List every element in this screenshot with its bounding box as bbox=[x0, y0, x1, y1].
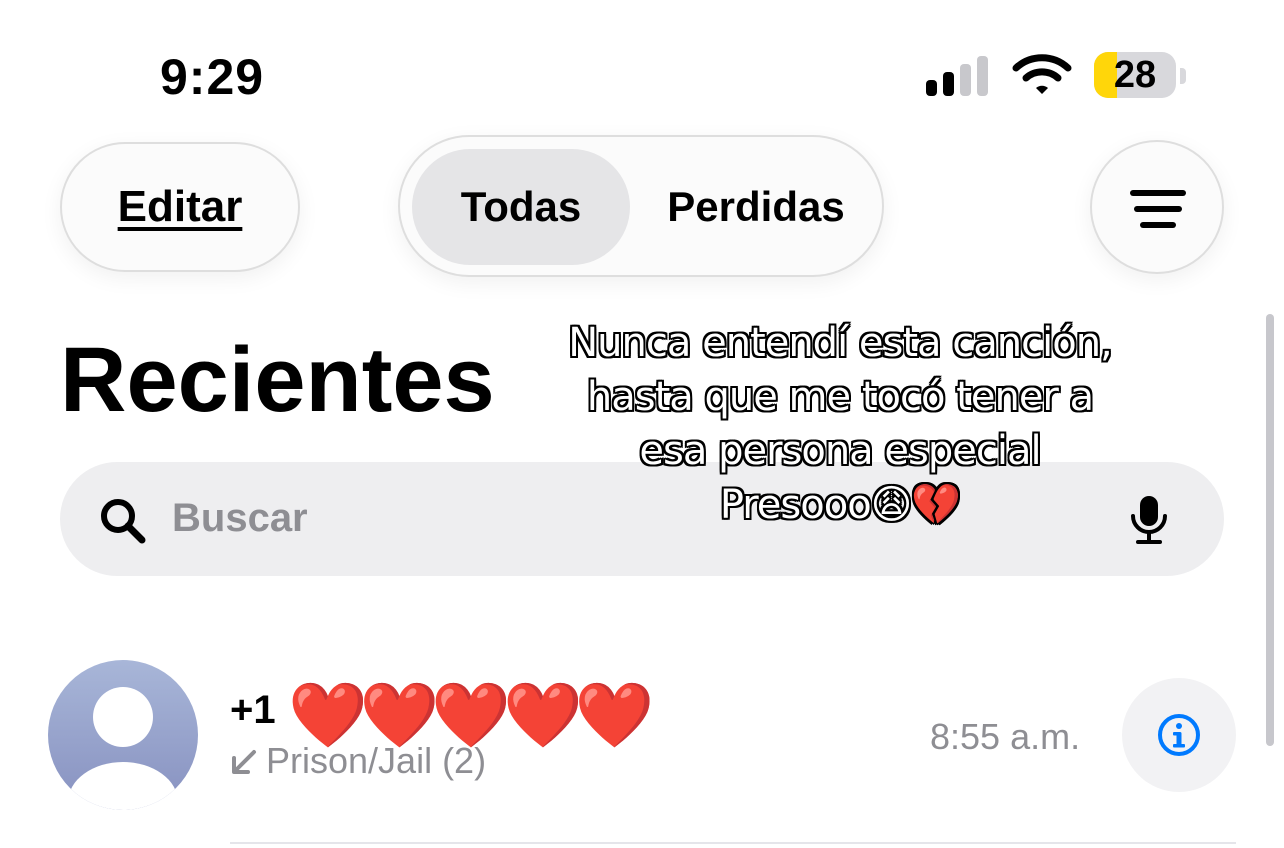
caller-number-prefix[interactable]: +1 bbox=[230, 688, 276, 733]
segment-perdidas[interactable]: Perdidas bbox=[640, 149, 872, 265]
edit-button-label: Editar bbox=[117, 182, 243, 231]
battery-icon: 28 bbox=[1094, 52, 1176, 98]
filter-lines-icon bbox=[1134, 206, 1182, 212]
info-button[interactable] bbox=[1122, 678, 1236, 792]
filter-segmented-control: Todas Perdidas bbox=[398, 135, 884, 277]
segment-todas[interactable]: Todas bbox=[412, 149, 630, 265]
caller-label: Prison/Jail (2) bbox=[266, 740, 487, 781]
search-icon bbox=[101, 499, 146, 544]
battery-level: 28 bbox=[1113, 53, 1157, 96]
filter-lines-icon bbox=[1130, 190, 1186, 196]
edit-button[interactable]: Editar bbox=[60, 142, 300, 272]
filter-lines-icon bbox=[1140, 222, 1176, 228]
caption-line: Nunca entendí esta canción, bbox=[568, 320, 1113, 366]
scrollbar[interactable] bbox=[1266, 314, 1274, 746]
cellular-signal-icon bbox=[926, 56, 992, 96]
caption-line: hasta que me tocó tener a bbox=[586, 374, 1094, 420]
info-icon bbox=[1158, 714, 1200, 756]
battery-tip bbox=[1180, 68, 1186, 84]
caption-line: esa persona especial bbox=[639, 428, 1041, 474]
caption-line: Presooo😩💔 bbox=[719, 482, 961, 528]
wifi-icon bbox=[1012, 54, 1072, 94]
incoming-call-arrow-icon bbox=[232, 750, 256, 774]
person-placeholder-icon bbox=[68, 687, 178, 810]
phone-recents-screen: 9:29 28 Editar Todas Perdidas Recientes … bbox=[0, 0, 1284, 848]
status-time: 9:29 bbox=[160, 49, 265, 105]
call-time: 8:55 a.m. bbox=[930, 716, 1081, 757]
search-placeholder: Buscar bbox=[172, 496, 308, 540]
caption-overlay: Nunca entendí esta canción, hasta que me… bbox=[540, 316, 1140, 532]
row-divider bbox=[230, 842, 1236, 844]
avatar[interactable] bbox=[48, 660, 198, 810]
page-title: Recientes bbox=[60, 329, 495, 431]
filter-button[interactable] bbox=[1090, 140, 1224, 274]
